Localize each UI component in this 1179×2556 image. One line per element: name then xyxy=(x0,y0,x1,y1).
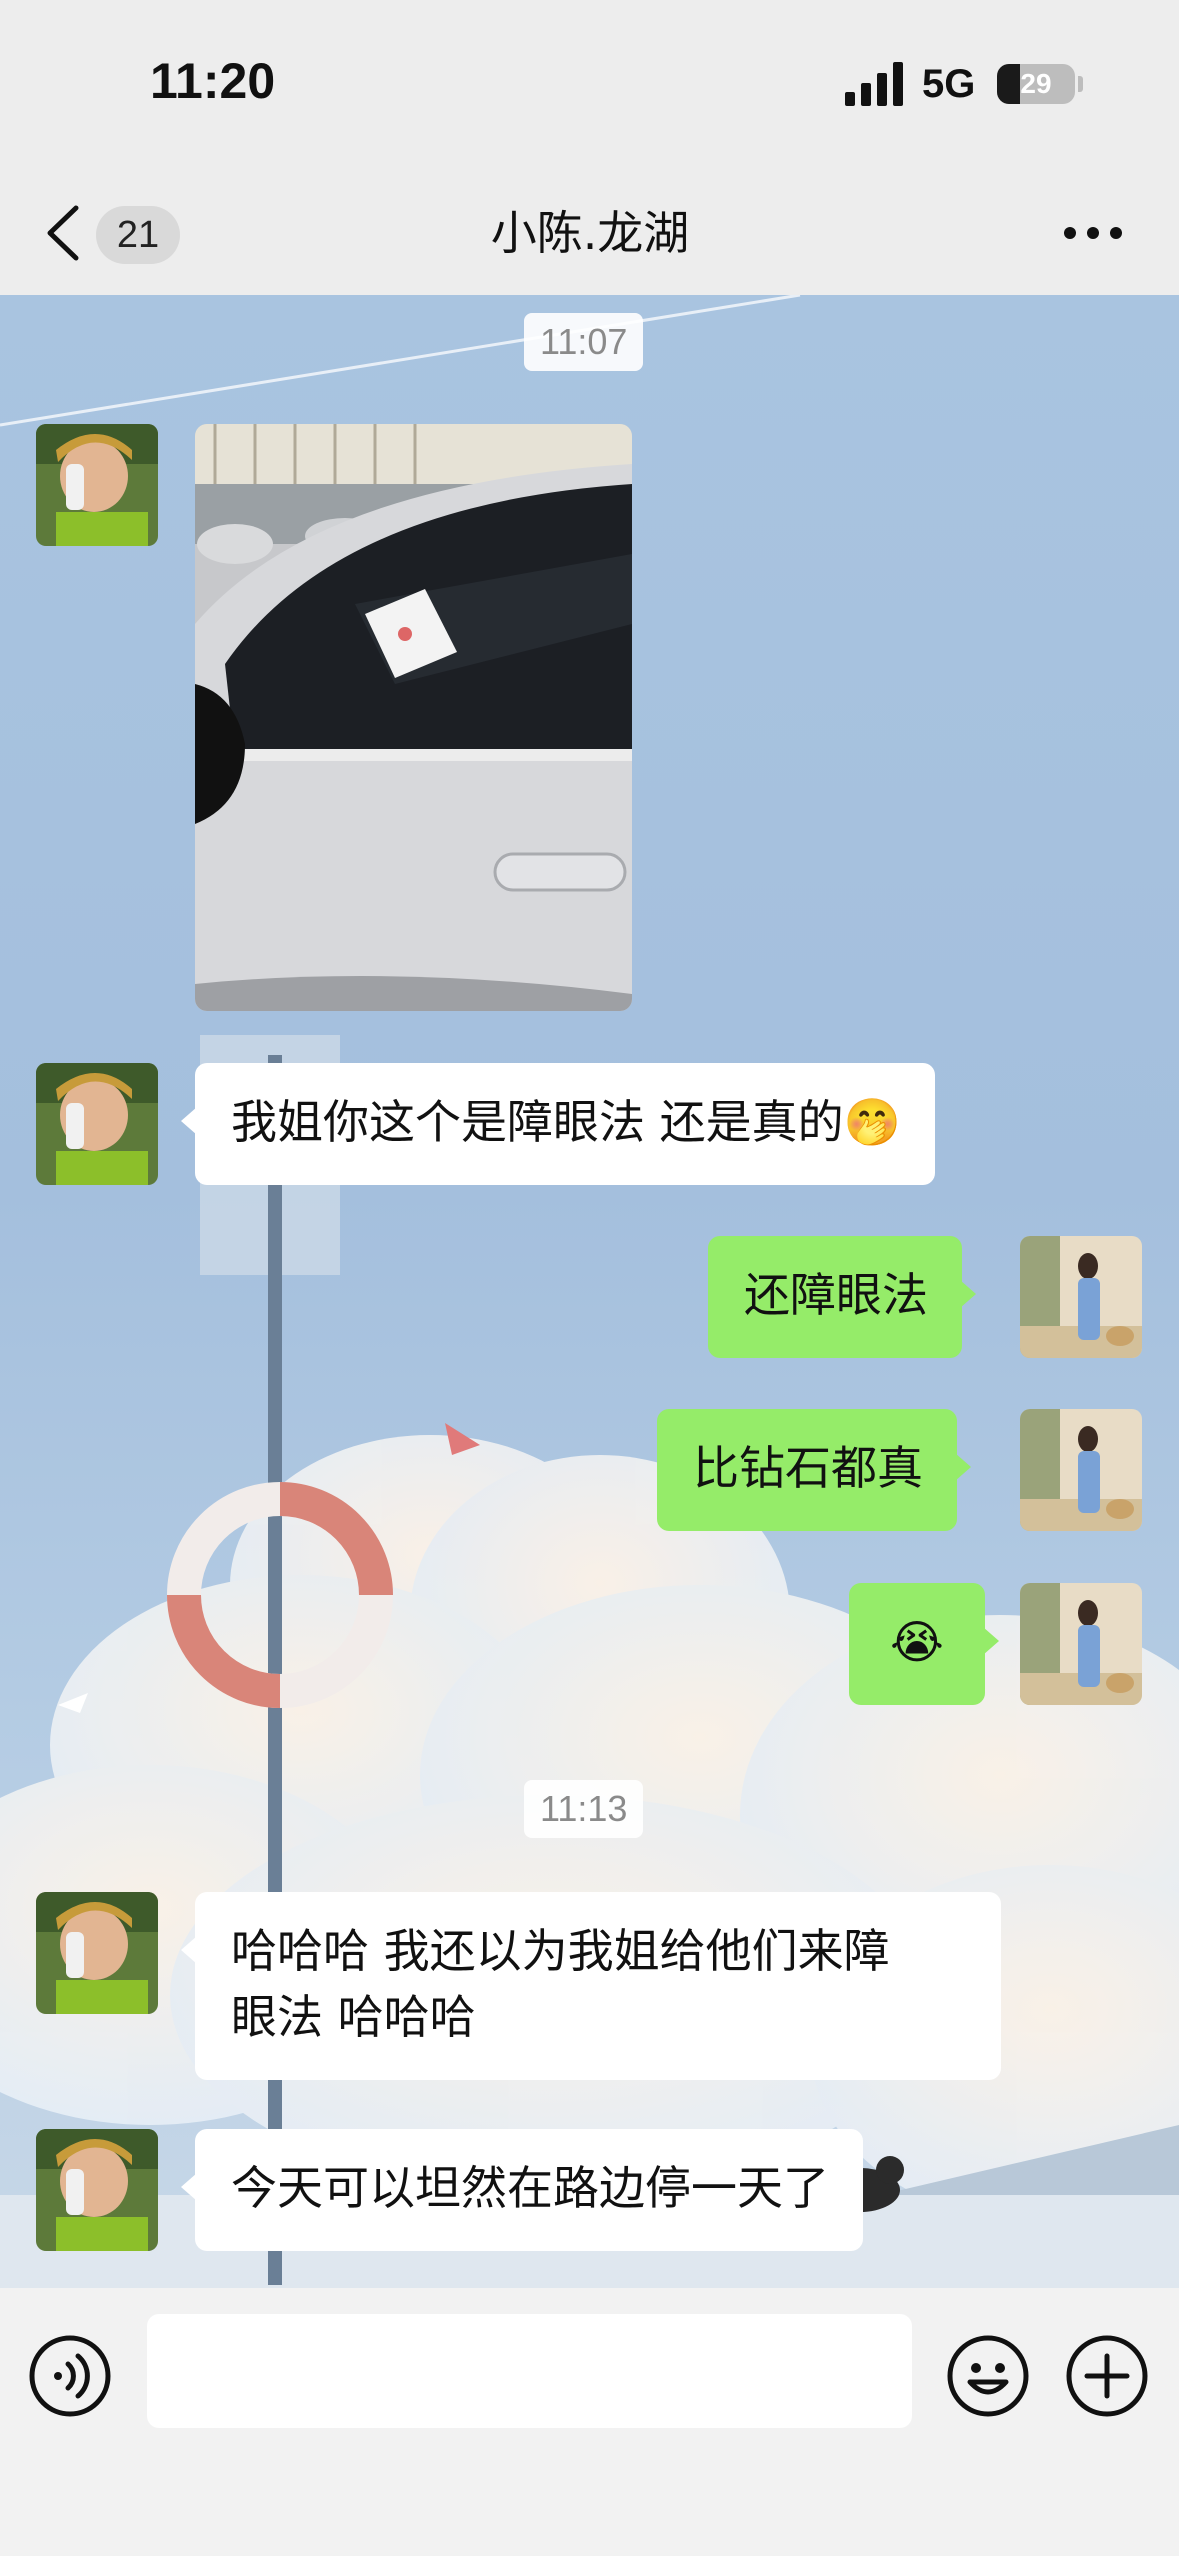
contact-avatar-image xyxy=(36,424,158,546)
message-bubble-outgoing[interactable]: 😭 xyxy=(849,1583,999,1705)
message-bubble-incoming[interactable]: 我姐你这个是障眼法 还是真的🤭 xyxy=(181,1063,935,1185)
message-text: 比钻石都真 xyxy=(693,1441,923,1495)
voice-input-icon[interactable] xyxy=(28,2334,112,2418)
message-timestamp: 11:07 xyxy=(524,313,644,371)
battery-tip xyxy=(1078,76,1083,92)
contact-avatar[interactable] xyxy=(36,1063,158,1185)
status-time: 11:20 xyxy=(150,53,276,109)
contact-avatar[interactable] xyxy=(36,2129,158,2251)
message-text-line: 眼法 哈哈哈 xyxy=(231,1990,476,2044)
battery-icon: 29 xyxy=(997,64,1075,104)
my-avatar-image xyxy=(1020,1236,1142,1358)
message-bubble-outgoing[interactable]: 还障眼法 xyxy=(708,1236,976,1358)
message-timestamp: 11:13 xyxy=(524,1780,644,1838)
message-bubble-incoming[interactable]: 今天可以坦然在路边停一天了 xyxy=(181,2129,863,2251)
more-dots-icon[interactable] xyxy=(1062,222,1124,244)
my-avatar-image xyxy=(1020,1409,1142,1531)
message-bubble-incoming[interactable]: 哈哈哈 我还以为我姐给他们来障 眼法 哈哈哈 xyxy=(181,1892,1001,2080)
chat-title: 小陈.龙湖 xyxy=(490,206,690,260)
my-avatar-image xyxy=(1020,1583,1142,1705)
contact-avatar-image xyxy=(36,1063,158,1185)
emoji-hand-over-mouth: 🤭 xyxy=(843,1095,901,1149)
chat-messages[interactable]: 11:07 我姐你这个是障眼法 还是真的🤭 还障眼法 比钻石都真 😭 11:13… xyxy=(0,295,1179,2288)
message-text: 还障眼法 xyxy=(744,1268,928,1322)
car-photo xyxy=(195,424,632,1011)
chat-header: 21 小陈.龙湖 xyxy=(0,170,1179,295)
battery-level: 29 xyxy=(1020,68,1052,99)
message-text-line: 哈哈哈 我还以为我姐给他们来障 xyxy=(231,1924,890,1978)
message-input-bar xyxy=(0,2288,1179,2556)
plus-circle-icon[interactable] xyxy=(1065,2334,1149,2418)
my-avatar[interactable] xyxy=(1020,1583,1142,1705)
network-type: 5G xyxy=(922,62,976,106)
message-input[interactable] xyxy=(147,2314,912,2428)
contact-avatar[interactable] xyxy=(36,1892,158,2014)
message-text: 我姐你这个是障眼法 还是真的 xyxy=(231,1095,844,1149)
my-avatar[interactable] xyxy=(1020,1236,1142,1358)
message-bubble-outgoing[interactable]: 比钻石都真 xyxy=(657,1409,971,1531)
message-text: 今天可以坦然在路边停一天了 xyxy=(231,2161,829,2215)
chevron-left-icon[interactable] xyxy=(42,204,86,262)
contact-avatar[interactable] xyxy=(36,424,158,546)
status-bar: 11:20 5G 29 xyxy=(0,0,1179,170)
emoji-smile-icon[interactable] xyxy=(946,2334,1030,2418)
car-photo-message[interactable] xyxy=(195,424,632,1011)
contact-avatar-image xyxy=(36,1892,158,2014)
emoji-crying-face: 😭 xyxy=(890,1615,944,1669)
contact-avatar-image xyxy=(36,2129,158,2251)
unread-count-badge[interactable]: 21 xyxy=(96,206,180,264)
my-avatar[interactable] xyxy=(1020,1409,1142,1531)
cellular-signal-icon xyxy=(845,62,903,106)
